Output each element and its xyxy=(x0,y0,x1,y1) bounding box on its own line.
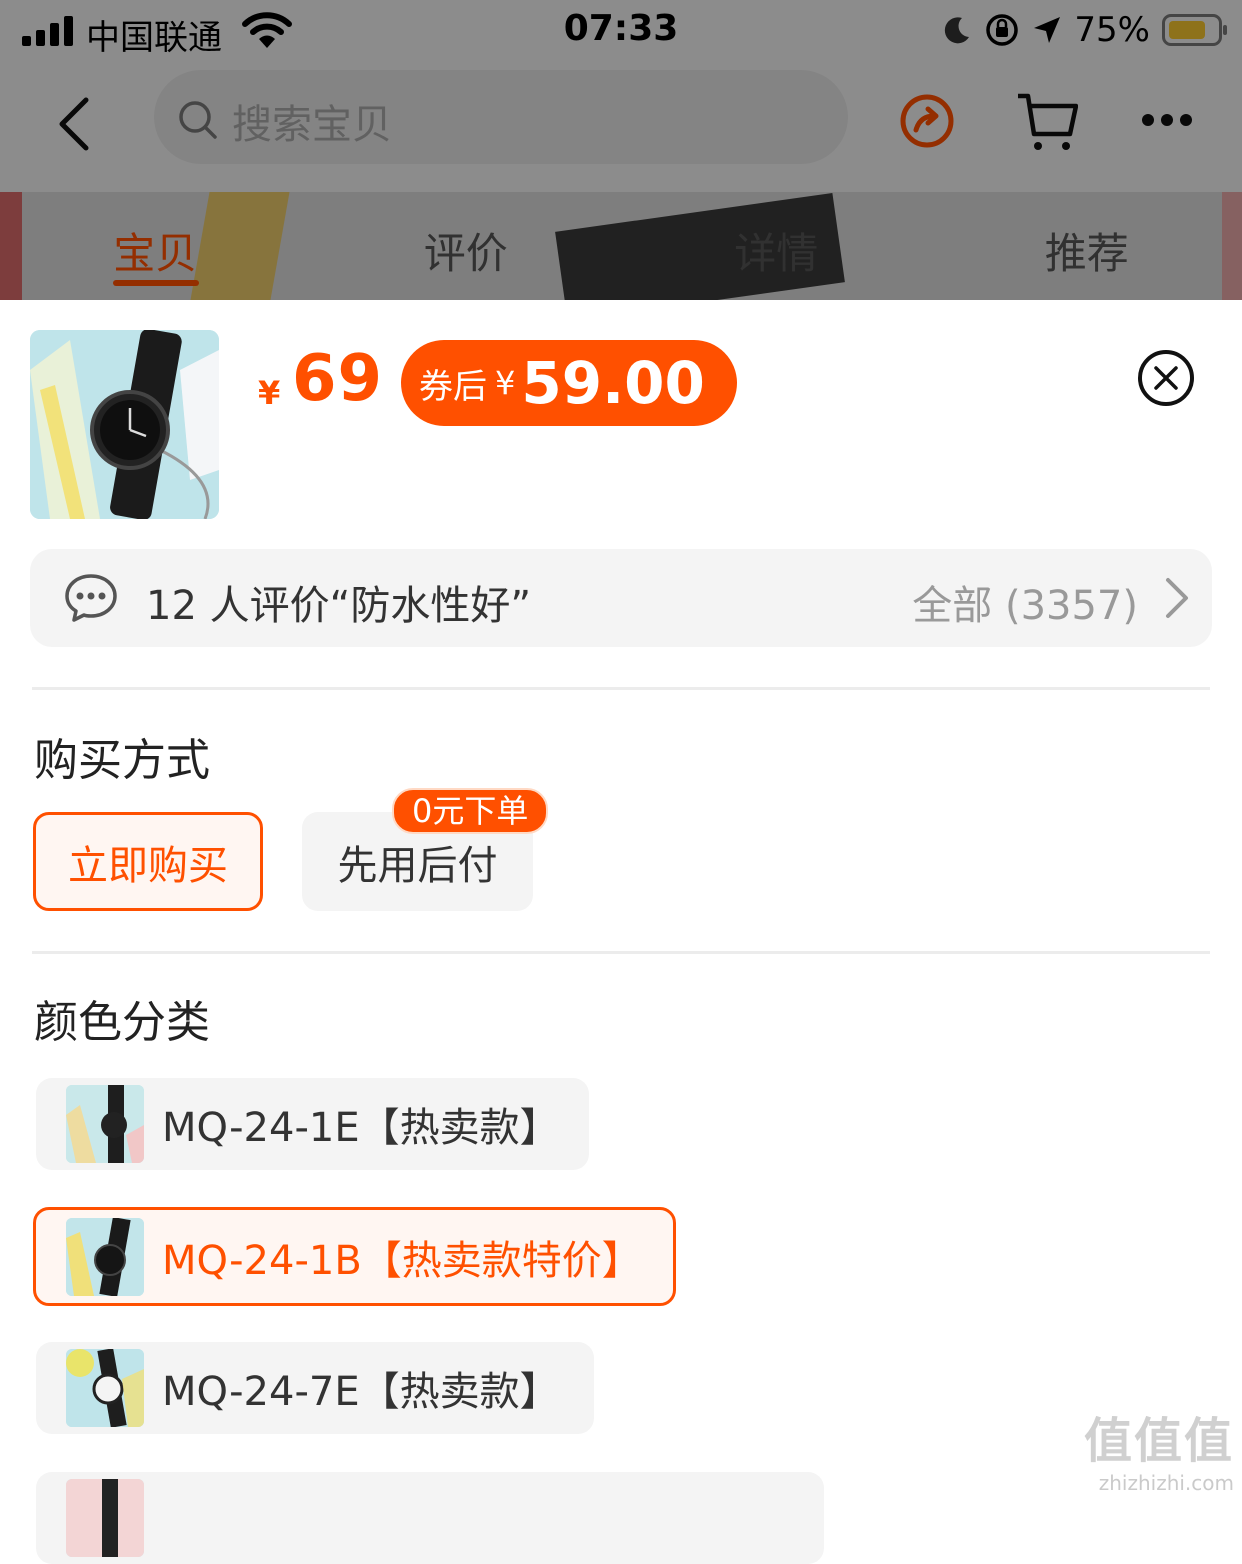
product-thumbnail xyxy=(30,330,219,519)
purchase-method-title: 购买方式 xyxy=(34,724,210,788)
variant-thumbnail xyxy=(66,1479,144,1557)
close-button[interactable] xyxy=(1138,350,1194,406)
sku-sheet: ¥ 69 券后 ¥ 59.00 12 人评价“防水性好” 全部 (3357) 购… xyxy=(0,300,1242,1501)
variant-thumbnail xyxy=(66,1085,144,1163)
color-option-partial[interactable] xyxy=(36,1472,824,1564)
color-option-label: MQ-24-7E【热卖款】 xyxy=(162,1359,560,1417)
overlay-dim[interactable] xyxy=(0,0,1242,300)
color-option-mq-24-1b[interactable]: MQ-24-1B【热卖款特价】 xyxy=(33,1207,676,1306)
coupon-label: 券后 xyxy=(419,359,487,408)
zero-yuan-badge: 0元下单 xyxy=(392,788,548,834)
color-category-title: 颜色分类 xyxy=(34,986,210,1050)
review-highlight: 12 人评价“防水性好” xyxy=(146,573,531,631)
buy-now-option[interactable]: 立即购买 xyxy=(33,812,263,911)
review-all-count: 全部 (3357) xyxy=(912,573,1138,631)
coupon-price-badge: 券后 ¥ 59.00 xyxy=(401,340,737,426)
chat-bubble-icon xyxy=(64,573,118,623)
divider xyxy=(32,951,1210,954)
close-icon xyxy=(1153,365,1179,391)
coupon-currency: ¥ xyxy=(495,364,515,402)
variant-thumbnail xyxy=(66,1349,144,1427)
divider xyxy=(32,687,1210,690)
color-option-mq-24-1e[interactable]: MQ-24-1E【热卖款】 xyxy=(36,1078,589,1170)
color-option-label: MQ-24-1B【热卖款特价】 xyxy=(162,1228,642,1286)
background-page: 中国联通 07:33 75% xyxy=(0,0,1242,300)
watermark: 值值值 zhizhizhi.com xyxy=(1084,1401,1234,1495)
price-currency: ¥ xyxy=(258,374,280,412)
review-summary-bar[interactable]: 12 人评价“防水性好” 全部 (3357) xyxy=(30,549,1212,647)
variant-thumbnail xyxy=(66,1218,144,1296)
chevron-right-icon xyxy=(1164,577,1190,619)
price-value: 69 xyxy=(292,342,383,416)
color-option-mq-24-7e[interactable]: MQ-24-7E【热卖款】 xyxy=(36,1342,594,1434)
coupon-price: 59.00 xyxy=(521,349,704,417)
color-option-label: MQ-24-1E【热卖款】 xyxy=(162,1095,560,1153)
